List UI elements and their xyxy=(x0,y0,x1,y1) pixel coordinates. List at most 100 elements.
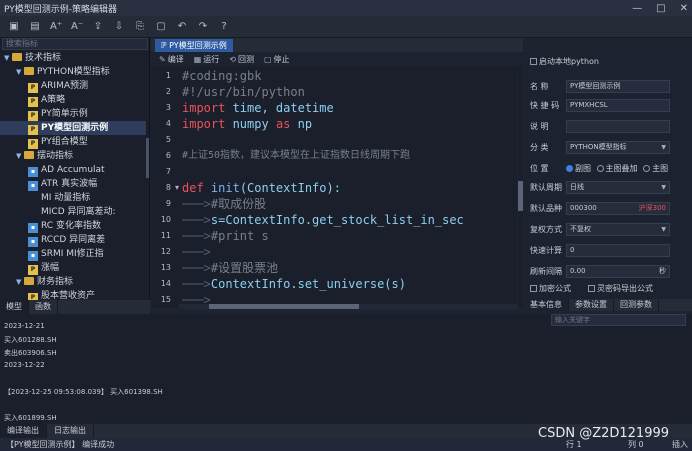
tab-parameters[interactable]: 参数设置 xyxy=(569,299,614,311)
tree-item[interactable]: P A策略 xyxy=(28,93,65,107)
tab-log-output[interactable]: 日志输出 xyxy=(47,424,94,438)
tree-item[interactable]: ▪ AD Accumulat xyxy=(28,163,105,177)
backtest-button[interactable]: ⟲ 回测 xyxy=(229,54,254,65)
tree-item-label: PY简单示例 xyxy=(41,109,88,119)
category-select[interactable]: PYTHON模型指标 ▼ xyxy=(566,141,670,154)
chevron-down-icon[interactable]: ▼ xyxy=(16,275,24,289)
main-toolbar: ▣ ▤ A⁺ A⁻ ⇪ ⇩ ⎘ ▢ ↶ ↷ ? xyxy=(0,16,692,38)
position-sub-chart[interactable]: 副图 xyxy=(566,164,591,173)
name-field[interactable]: PY模型回测示例 xyxy=(566,80,670,93)
encrypt-option[interactable]: 加密公式 xyxy=(530,282,571,296)
export-icon[interactable]: ⇪ xyxy=(92,21,104,33)
tree-item[interactable]: ▪ SRMI MI修正指 xyxy=(28,247,104,261)
properties-panel: 启动本地python 名 称 PY模型回测示例 快 捷 码 PYMXHCSL 说… xyxy=(524,52,692,310)
tree-folder[interactable]: ▼ 财务指标 xyxy=(16,275,73,289)
compile-button[interactable]: ✎ 编译 xyxy=(159,54,184,65)
indicator-icon: ▪ xyxy=(28,181,38,191)
watermark: CSDN @Z2D121999 xyxy=(538,426,670,441)
line-number: 8 xyxy=(165,183,171,192)
editor-horizontal-scrollbar[interactable] xyxy=(179,304,518,309)
help-icon[interactable]: ? xyxy=(218,21,230,33)
log-line: 2023-12-21 xyxy=(4,322,45,330)
editor-scroll-thumb[interactable] xyxy=(518,181,523,211)
undo-icon[interactable]: ↶ xyxy=(176,21,188,33)
save-icon[interactable]: ▣ xyxy=(8,21,20,33)
line-number: 11 xyxy=(160,231,171,240)
tree-item[interactable]: P 股本营收资产 xyxy=(28,289,95,300)
line-number: 15 xyxy=(160,295,171,304)
tab-compile-output[interactable]: 编译输出 xyxy=(0,424,47,438)
code-editor[interactable]: #coding:gbk #!/usr/bin/python import tim… xyxy=(179,66,517,308)
editor-tab[interactable]: ℙ PY模型回测示例 xyxy=(155,39,233,52)
period-label: 默认周期 xyxy=(530,183,562,192)
copy-icon[interactable]: ⎘ xyxy=(134,21,146,33)
tree-item[interactable]: ▪ RC 变化率指数 xyxy=(28,219,101,233)
indicator-search-input[interactable]: 搜索指标 xyxy=(2,38,148,50)
tab-functions[interactable]: 函数 xyxy=(29,300,58,314)
symbol-field[interactable]: 000300 沪深300 xyxy=(566,202,670,215)
line-number-gutter: 1 2 3 4 5 6 7 8 ▾ 9 10 11 12 13 14 15 xyxy=(151,66,179,308)
title-bar: PY模型回测示例-策略编辑器 — □ ✕ xyxy=(0,0,692,16)
indicator-icon: ▪ xyxy=(28,167,38,177)
redo-icon[interactable]: ↷ xyxy=(197,21,209,33)
editor-tab-bar: ℙ PY模型回测示例 xyxy=(151,38,523,52)
left-tabs: 模型 函数 xyxy=(0,300,150,314)
tree-item[interactable]: ▪ ATR 真实波幅 xyxy=(28,177,97,191)
adjust-select[interactable]: 不复权 ▼ xyxy=(566,223,670,236)
tab-backtest-params[interactable]: 回测参数 xyxy=(614,299,659,311)
stop-button[interactable]: ▢ 停止 xyxy=(264,54,290,65)
save-all-icon[interactable]: ▤ xyxy=(29,21,41,33)
export-password-option[interactable]: 灵密码导出公式 xyxy=(588,282,653,296)
tree-folder[interactable]: ▼ 摆动指标 xyxy=(16,149,73,163)
description-field[interactable] xyxy=(566,120,670,133)
minimize-button[interactable]: — xyxy=(632,3,642,14)
chevron-down-icon[interactable]: ▼ xyxy=(4,51,12,65)
fast-calc-label: 快速计算 xyxy=(530,246,562,255)
tree-item[interactable]: P PY简单示例 xyxy=(28,107,88,121)
tree-item-label: 财务指标 xyxy=(37,277,74,287)
position-label: 位 置 xyxy=(530,164,549,173)
maximize-button[interactable]: □ xyxy=(656,3,665,14)
run-button[interactable]: ▦ 运行 xyxy=(194,54,220,65)
tree-item[interactable]: P 涨幅 xyxy=(28,261,59,275)
left-panel: 搜索指标 ▼ 技术指标 ▼ PYTHON模型指标 P ARIMA预测 P A策略 P PY简单示例… xyxy=(0,38,150,300)
tree-scrollbar[interactable] xyxy=(146,138,149,178)
paste-icon[interactable]: ▢ xyxy=(155,21,167,33)
python-file-icon: P xyxy=(28,97,38,107)
tree-folder[interactable]: ▼ PYTHON模型指标 xyxy=(16,65,110,79)
chevron-down-icon[interactable]: ▼ xyxy=(16,65,24,79)
tree-item-label: RCCD 异同离差 xyxy=(41,235,106,245)
close-button[interactable]: ✕ xyxy=(680,3,688,14)
position-main-chart[interactable]: 主图 xyxy=(643,164,668,173)
category-label: 分 类 xyxy=(530,143,549,152)
tree-item[interactable]: P ARIMA预测 xyxy=(28,79,88,93)
line-number: 9 xyxy=(165,199,171,208)
fast-calc-field[interactable]: 0 xyxy=(566,244,670,257)
code-line-6: #上证50指数，建议本模型在上证指数日线周期下跑 xyxy=(182,150,411,161)
chevron-down-icon[interactable]: ▼ xyxy=(16,149,24,163)
import-icon[interactable]: ⇩ xyxy=(113,21,125,33)
fold-marker-icon[interactable]: ▾ xyxy=(172,181,179,195)
tree-item[interactable]: MI 动量指标 xyxy=(28,191,90,205)
editor-hscroll-thumb[interactable] xyxy=(209,304,359,309)
tree-item-label: SRMI MI修正指 xyxy=(41,249,104,259)
period-select[interactable]: 日线 ▼ xyxy=(566,181,670,194)
output-search-input[interactable]: 输入关键字 xyxy=(551,314,686,326)
editor-vertical-scrollbar[interactable] xyxy=(518,66,523,308)
font-larger-icon[interactable]: A⁺ xyxy=(50,21,62,33)
tree-item[interactable]: MICD 异同离差动: xyxy=(28,205,116,219)
tree-item[interactable]: P PY模型回测示例 xyxy=(0,121,146,135)
tree-item-label: MI 动量指标 xyxy=(41,193,91,203)
local-python-option[interactable]: 启动本地python xyxy=(530,55,599,69)
tab-models[interactable]: 模型 xyxy=(0,300,29,314)
font-smaller-icon[interactable]: A⁻ xyxy=(71,21,83,33)
tree-item[interactable]: P PY组合模型 xyxy=(28,135,88,149)
tree-item-label: MICD 异同离差动: xyxy=(41,207,116,217)
position-main-overlay[interactable]: 主图叠加 xyxy=(596,164,638,173)
tree-item[interactable]: ▪ RCCD 异同离差 xyxy=(28,233,105,247)
tab-basic-info[interactable]: 基本信息 xyxy=(524,299,569,311)
shortcut-field[interactable]: PYMXHCSL xyxy=(566,99,670,112)
refresh-field[interactable]: 0.00 秒 xyxy=(566,265,670,278)
indicator-icon: ▪ xyxy=(28,251,38,261)
tree-folder[interactable]: ▼ 技术指标 xyxy=(4,51,61,65)
